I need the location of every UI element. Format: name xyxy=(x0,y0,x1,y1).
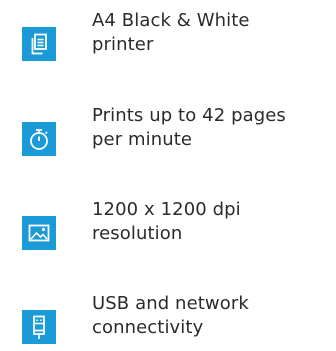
feature-line-1: 1200 x 1200 dpi xyxy=(92,199,241,220)
feature-text: 1200 x 1200 dpi resolution xyxy=(92,198,328,246)
document-copies-icon xyxy=(22,27,56,61)
feature-line-1: USB and network xyxy=(92,293,249,314)
feature-line-2: resolution xyxy=(92,223,183,244)
feature-line-1: A4 Black & White xyxy=(92,10,250,31)
stopwatch-icon xyxy=(22,122,56,156)
usb-plug-icon xyxy=(22,310,56,344)
feature-line-1: Prints up to 42 pages xyxy=(92,105,286,126)
feature-text: A4 Black & White printer xyxy=(92,9,328,57)
feature-line-2: printer xyxy=(92,34,154,55)
feature-list: A4 Black & White printer Prints up to 42… xyxy=(0,0,336,351)
feature-text: USB and network connectivity xyxy=(92,292,328,340)
feature-line-2: per minute xyxy=(92,129,193,150)
feature-text: Prints up to 42 pages per minute xyxy=(92,104,328,152)
image-icon xyxy=(22,216,56,250)
feature-line-2: connectivity xyxy=(92,317,204,338)
